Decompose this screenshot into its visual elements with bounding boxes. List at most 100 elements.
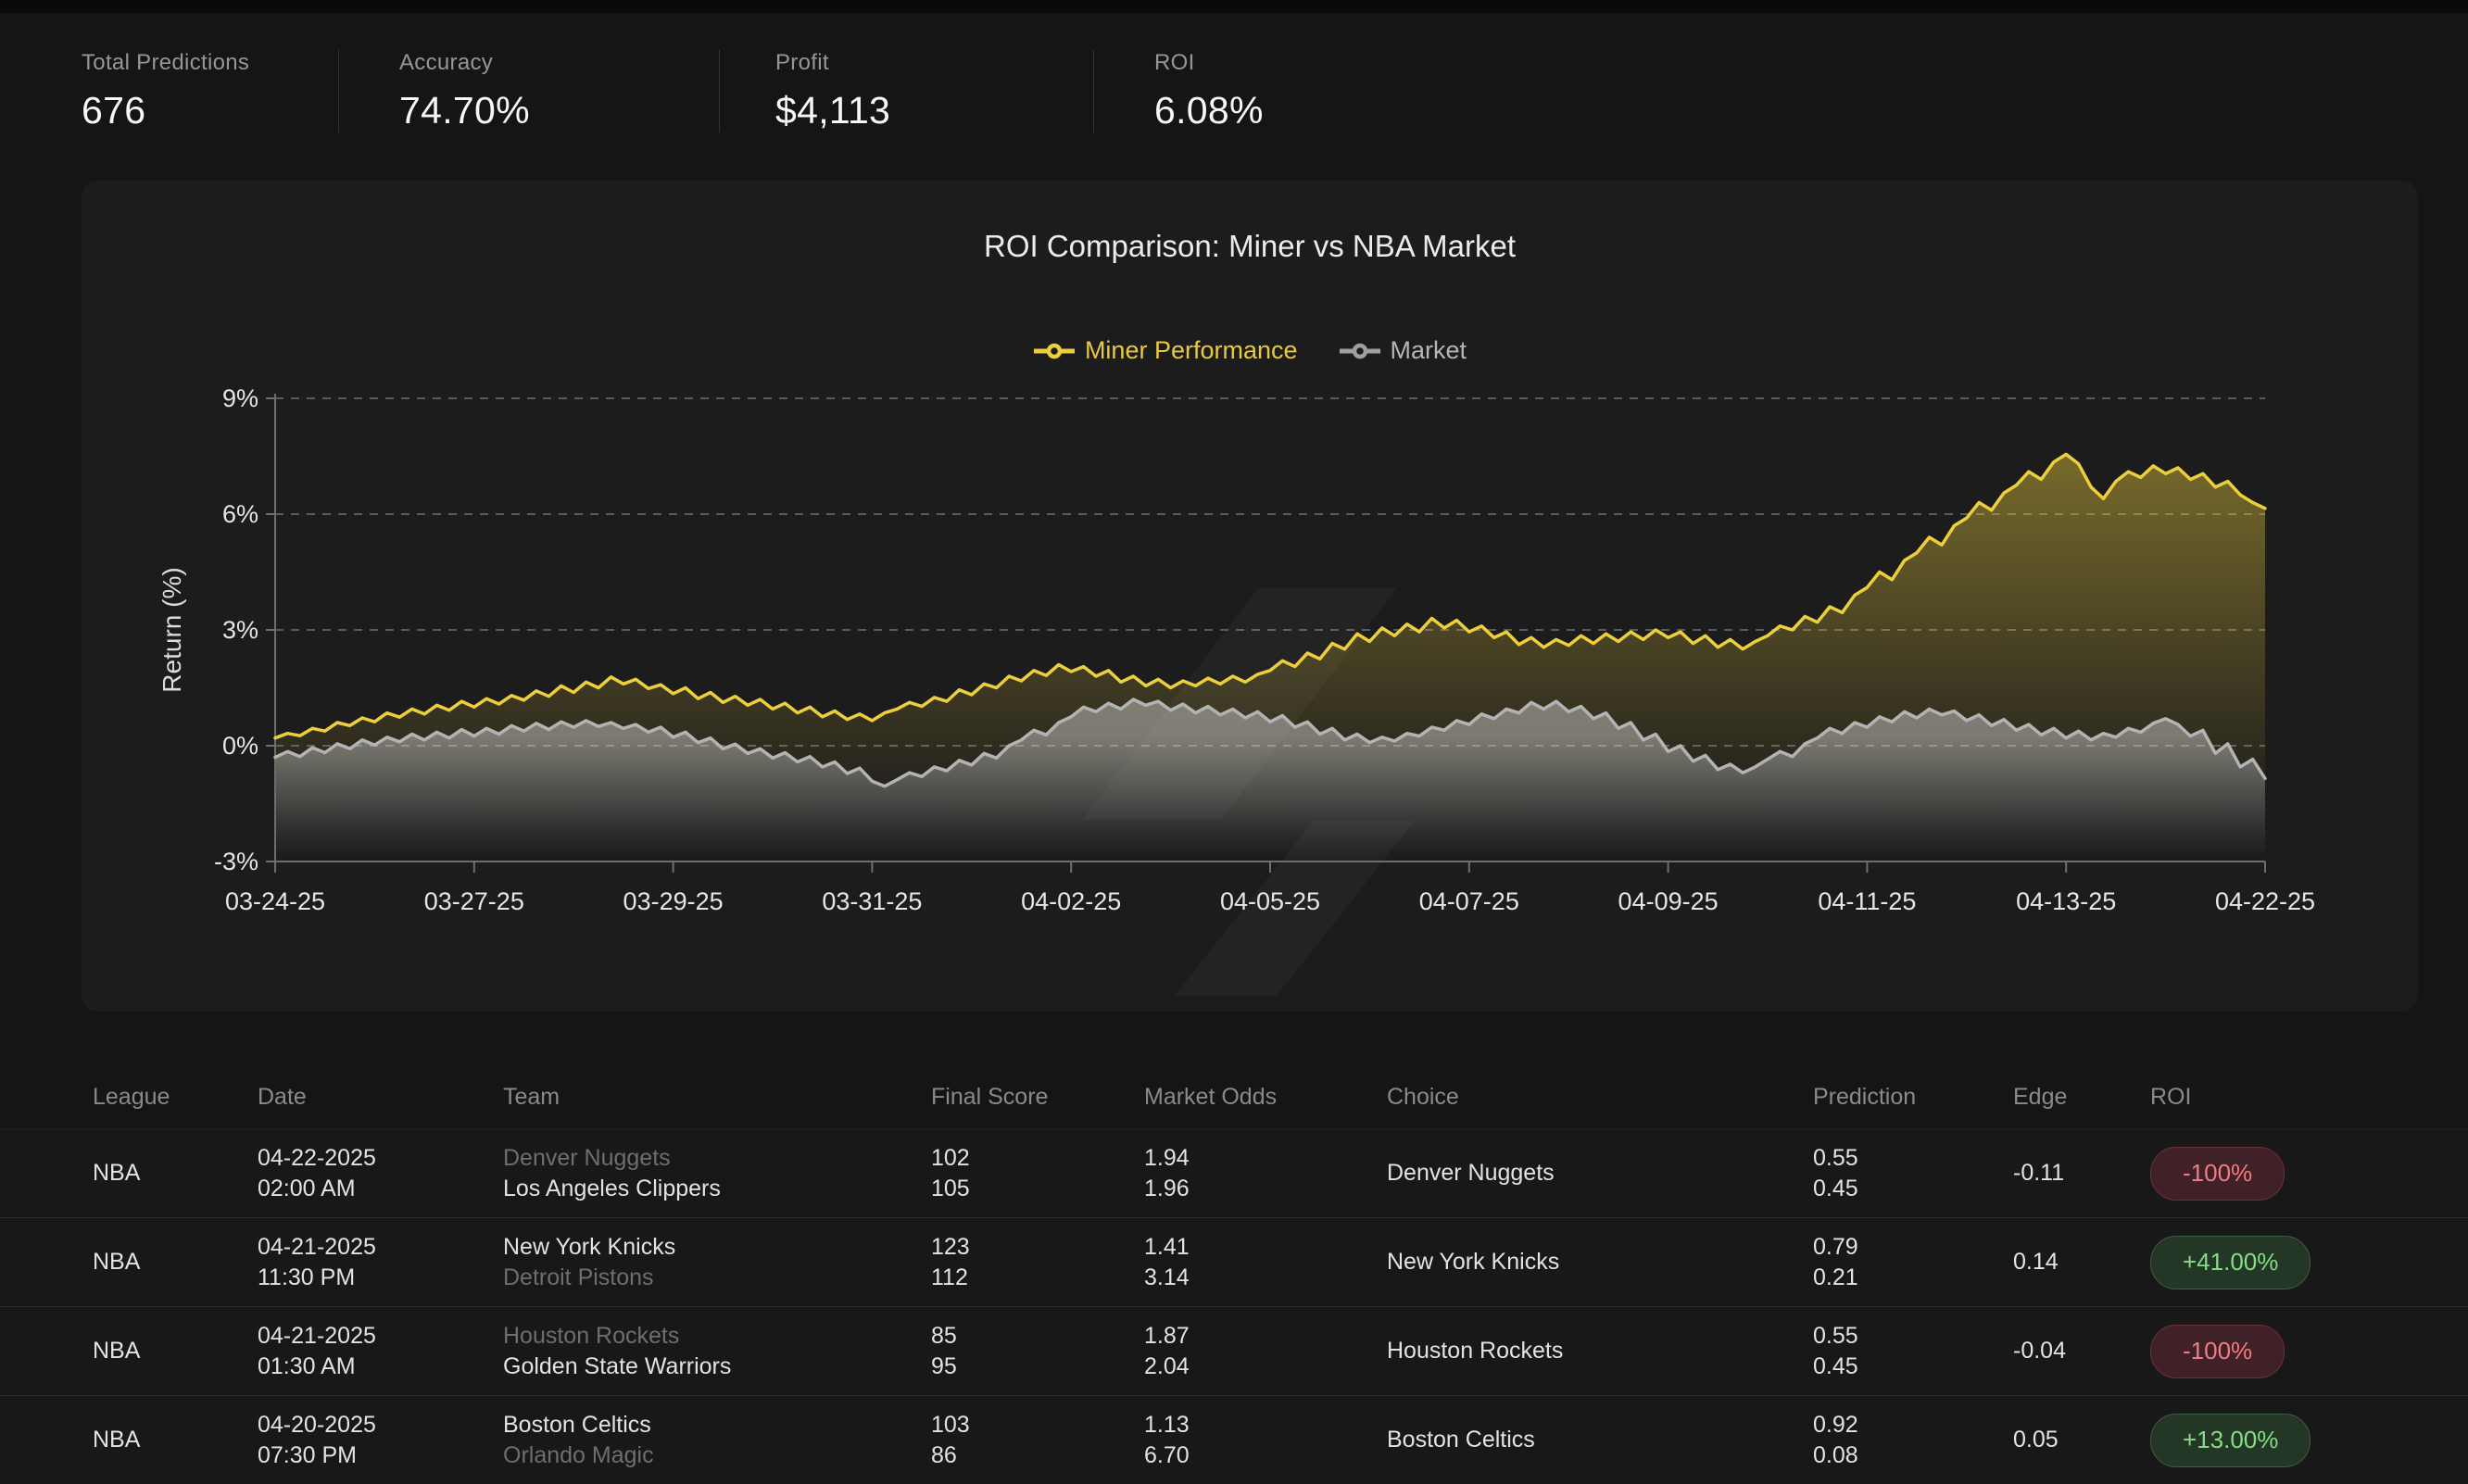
date-cell: 04-22-202502:00 AM [258,1143,503,1204]
roi-chart-card: ROI Comparison: Miner vs NBA Market Mine… [82,181,2418,1012]
final-score-cell: 102105 [931,1143,1144,1204]
final-score-cell: 10386 [931,1410,1144,1471]
date-text: 04-21-2025 [258,1321,503,1352]
column-header-prediction: Prediction [1813,1084,2013,1111]
stat-total-predictions: Total Predictions 676 [82,50,338,132]
time-text: 02:00 AM [258,1174,503,1204]
dashboard: Total Predictions676Accuracy74.70%Profit… [0,0,2468,1484]
market-odds-cell: 1.413.14 [1144,1232,1387,1293]
roi-cell: -100% [2150,1325,2412,1378]
y-tick-label: 3% [222,616,258,644]
column-header-team: Team [503,1084,931,1111]
prediction-cell: 0.550.45 [1813,1143,2013,1204]
market-odds-cell: 1.872.04 [1144,1321,1387,1382]
date-text: 04-21-2025 [258,1232,503,1263]
team-cell: Houston RocketsGolden State Warriors [503,1321,931,1382]
team-name: Denver Nuggets [503,1143,931,1174]
prediction-value: 0.92 [1813,1410,2013,1440]
x-tick-label: 04-22-25 [2215,887,2315,915]
edge-cell: 0.05 [2013,1425,2150,1455]
market-odds-cell: 1.136.70 [1144,1410,1387,1471]
team-name: Golden State Warriors [503,1352,931,1382]
stats-bar: Total Predictions676Accuracy74.70%Profit… [0,13,2468,132]
score-value: 123 [931,1232,1144,1263]
table-row: NBA04-21-202511:30 PMNew York KnicksDetr… [0,1218,2468,1307]
final-score-cell: 123112 [931,1232,1144,1293]
y-tick-label: 9% [222,384,258,412]
top-strip [0,0,2468,13]
league-cell: NBA [93,1158,258,1188]
team-cell: Boston CelticsOrlando Magic [503,1410,931,1471]
table-row: NBA04-20-202507:30 PMBoston CelticsOrlan… [0,1396,2468,1484]
score-value: 105 [931,1174,1144,1204]
stat-accuracy: Accuracy 74.70% [339,50,719,132]
edge-cell: -0.04 [2013,1336,2150,1366]
prediction-value: 0.55 [1813,1321,2013,1352]
score-value: 112 [931,1263,1144,1293]
final-score-cell: 8595 [931,1321,1144,1382]
prediction-cell: 0.550.45 [1813,1321,2013,1382]
stat-value: 6.08% [1154,89,1525,132]
x-tick-label: 04-13-25 [2016,887,2116,915]
stat-roi: ROI6.08% [1094,50,1525,132]
edge-cell: 0.14 [2013,1247,2150,1277]
score-value: 86 [931,1440,1144,1471]
prediction-cell: 0.920.08 [1813,1410,2013,1471]
date-text: 04-20-2025 [258,1410,503,1440]
x-tick-label: 04-02-25 [1021,887,1121,915]
stat-value: 676 [82,89,338,132]
column-header-roi: ROI [2150,1084,2412,1111]
roi-comparison-chart: 9%6%3%0%-3%03-24-2503-27-2503-29-2503-31… [82,181,2418,1012]
league-cell: NBA [93,1247,258,1277]
score-value: 95 [931,1352,1144,1382]
column-header-final-score: Final Score [931,1084,1144,1111]
score-value: 85 [931,1321,1144,1352]
x-tick-label: 03-31-25 [822,887,922,915]
table-row: NBA04-22-202502:00 AMDenver NuggetsLos A… [0,1129,2468,1218]
team-cell: Denver NuggetsLos Angeles Clippers [503,1143,931,1204]
date-cell: 04-20-202507:30 PM [258,1410,503,1471]
date-cell: 04-21-202511:30 PM [258,1232,503,1293]
table-header-row: LeagueDateTeamFinal ScoreMarket OddsChoi… [0,1065,2468,1129]
team-cell: New York KnicksDetroit Pistons [503,1232,931,1293]
stat-label: Accuracy [399,50,719,76]
roi-badge: -100% [2150,1147,2285,1201]
prediction-value: 0.45 [1813,1174,2013,1204]
prediction-value: 0.08 [1813,1440,2013,1471]
time-text: 11:30 PM [258,1263,503,1293]
x-tick-label: 03-27-25 [424,887,524,915]
stat-label: Profit [775,50,1093,76]
roi-badge: +13.00% [2150,1414,2311,1467]
stat-label: Total Predictions [82,50,338,76]
prediction-value: 0.21 [1813,1263,2013,1293]
choice-cell: Denver Nuggets [1387,1158,1813,1188]
y-tick-label: 0% [222,732,258,760]
predictions-table: LeagueDateTeamFinal ScoreMarket OddsChoi… [0,1065,2468,1484]
score-value: 102 [931,1143,1144,1174]
prediction-cell: 0.790.21 [1813,1232,2013,1293]
odds-value: 1.96 [1144,1174,1387,1204]
score-value: 103 [931,1410,1144,1440]
odds-value: 1.13 [1144,1410,1387,1440]
odds-value: 1.41 [1144,1232,1387,1263]
odds-value: 1.94 [1144,1143,1387,1174]
odds-value: 6.70 [1144,1440,1387,1471]
stat-profit: Profit$4,113 [720,50,1093,132]
x-tick-label: 04-09-25 [1618,887,1719,915]
column-header-market-odds: Market Odds [1144,1084,1387,1111]
time-text: 07:30 PM [258,1440,503,1471]
choice-cell: New York Knicks [1387,1247,1813,1277]
roi-cell: +13.00% [2150,1414,2412,1467]
x-tick-label: 04-07-25 [1419,887,1519,915]
table-row: NBA04-21-202501:30 AMHouston RocketsGold… [0,1307,2468,1396]
date-text: 04-22-2025 [258,1143,503,1174]
team-name: Boston Celtics [503,1410,931,1440]
stat-value: 74.70% [399,89,719,132]
roi-cell: +41.00% [2150,1236,2412,1289]
prediction-value: 0.79 [1813,1232,2013,1263]
team-name: Houston Rockets [503,1321,931,1352]
column-header-edge: Edge [2013,1084,2150,1111]
y-tick-label: -3% [214,848,258,875]
column-header-league: League [93,1084,258,1111]
choice-cell: Boston Celtics [1387,1425,1813,1455]
